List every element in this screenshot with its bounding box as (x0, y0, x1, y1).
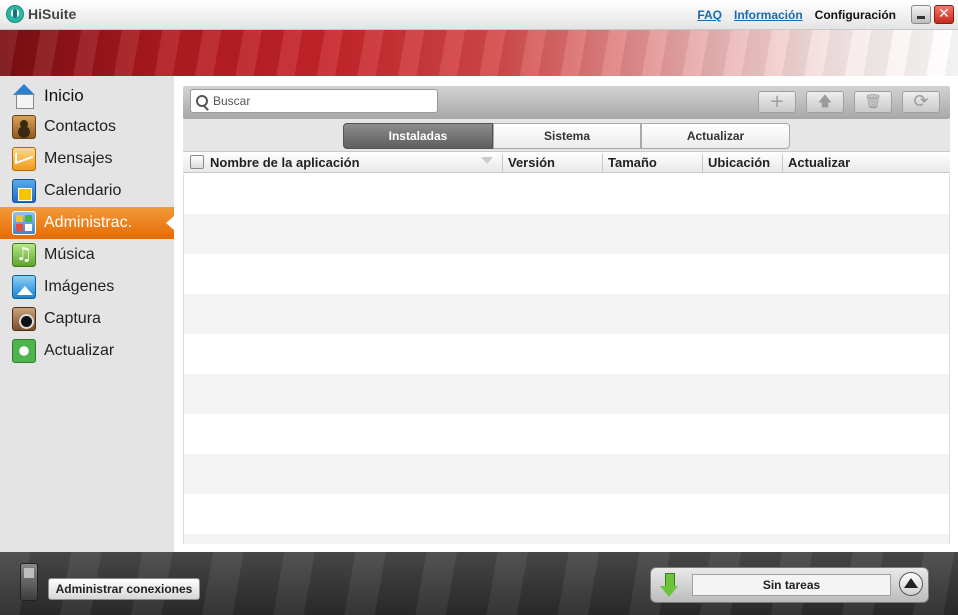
empty-row (184, 214, 949, 254)
sidebar-item-inicio[interactable]: Inicio (0, 80, 174, 112)
sidebar-item-label: Captura (44, 310, 101, 327)
search-icon (196, 95, 208, 107)
apps-manager-icon (12, 211, 36, 235)
hisuite-logo-icon (6, 5, 24, 23)
tab-actualizar[interactable]: Actualizar (641, 123, 790, 149)
column-header-update[interactable]: Actualizar (788, 155, 850, 170)
column-divider[interactable] (602, 154, 603, 172)
select-all-checkbox[interactable] (190, 155, 204, 169)
header-banner (0, 30, 958, 76)
sidebar-item-calendario[interactable]: Calendario (0, 175, 174, 207)
sidebar-item-label: Actualizar (44, 342, 115, 359)
empty-row (184, 294, 949, 334)
sidebar-item-label: Administrac. (44, 214, 133, 231)
empty-row (184, 334, 949, 374)
calendar-icon (12, 179, 36, 203)
sidebar-item-imagenes[interactable]: Imágenes (0, 271, 174, 303)
sidebar-item-administracion[interactable]: Administrac. (0, 207, 174, 239)
empty-row (184, 254, 949, 294)
column-divider[interactable] (702, 154, 703, 172)
search-input[interactable] (213, 94, 433, 108)
column-header-location[interactable]: Ubicación (708, 155, 770, 170)
sidebar-item-label: Música (44, 246, 95, 263)
column-header-version[interactable]: Versión (508, 155, 555, 170)
sidebar-item-contactos[interactable]: Contactos (0, 111, 174, 143)
app-list[interactable] (183, 174, 950, 544)
home-icon (12, 84, 36, 109)
empty-row (184, 174, 949, 214)
app-title: HiSuite (28, 6, 77, 22)
empty-row (184, 454, 949, 494)
column-divider[interactable] (782, 154, 783, 172)
info-link[interactable]: Información (734, 8, 803, 22)
sidebar-item-label: Inicio (44, 86, 84, 105)
update-icon (12, 339, 36, 363)
empty-row (184, 374, 949, 414)
images-icon (12, 275, 36, 299)
sidebar-item-label: Mensajes (44, 150, 113, 167)
download-arrow-icon (660, 573, 678, 599)
export-button[interactable]: 🡅 (806, 91, 844, 113)
music-icon (12, 243, 36, 267)
empty-row (184, 494, 949, 534)
top-links: FAQ Información Configuración (697, 8, 896, 22)
settings-link[interactable]: Configuración (815, 8, 896, 22)
sort-indicator-icon[interactable] (481, 157, 493, 164)
column-header-size[interactable]: Tamaño (608, 155, 657, 170)
empty-row (184, 534, 949, 544)
sidebar-item-label: Imágenes (44, 278, 115, 295)
column-header-name[interactable]: Nombre de la aplicación (210, 155, 360, 170)
capture-icon (12, 307, 36, 331)
minimize-button[interactable] (911, 5, 931, 24)
messages-icon (12, 147, 36, 171)
column-divider[interactable] (502, 154, 503, 172)
contacts-icon (12, 115, 36, 139)
empty-row (184, 414, 949, 454)
tab-sistema[interactable]: Sistema (493, 123, 641, 149)
phone-icon (20, 563, 38, 601)
faq-link[interactable]: FAQ (697, 8, 722, 22)
sidebar-item-label: Contactos (44, 118, 117, 135)
delete-button[interactable]: 🗑 (854, 91, 892, 113)
search-box[interactable] (190, 89, 438, 113)
sidebar-item-mensajes[interactable]: Mensajes (0, 143, 174, 175)
sidebar-item-label: Calendario (44, 182, 122, 199)
sidebar-item-captura[interactable]: Captura (0, 303, 174, 335)
manage-connections-button[interactable]: Administrar conexiones (48, 578, 200, 600)
tab-instaladas[interactable]: Instaladas (343, 123, 493, 149)
expand-tasks-button[interactable] (899, 572, 923, 596)
add-button[interactable]: + (758, 91, 796, 113)
task-status: Sin tareas (692, 574, 891, 596)
refresh-button[interactable]: ⟳ (902, 91, 940, 113)
sidebar-item-actualizar[interactable]: Actualizar (0, 335, 174, 367)
close-button[interactable]: ✕ (934, 5, 954, 24)
sidebar-item-musica[interactable]: Música (0, 239, 174, 271)
